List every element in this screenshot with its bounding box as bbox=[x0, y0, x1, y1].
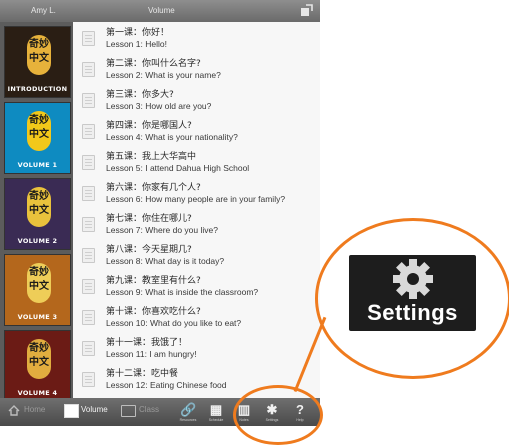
settings-label: Settings bbox=[367, 300, 458, 325]
lesson-title-english: Lesson 5: I attend Dahua High School bbox=[106, 163, 250, 173]
lesson-row[interactable]: 第七课：你住在哪儿? Lesson 7: Where do you live? bbox=[73, 209, 320, 239]
document-icon bbox=[82, 93, 95, 108]
lesson-title-chinese: 第六课：你家有几个人? bbox=[106, 183, 201, 193]
lesson-title-english: Lesson 10: What do you like to eat? bbox=[106, 318, 242, 328]
page-title: Volume bbox=[148, 6, 175, 15]
lesson-title-chinese: 第七课：你住在哪儿? bbox=[106, 214, 192, 224]
document-icon bbox=[82, 310, 95, 325]
tab-class[interactable]: Class bbox=[139, 405, 159, 414]
lesson-title-english: Lesson 1: Hello! bbox=[106, 39, 167, 49]
lesson-row[interactable]: 第五课：我上大华高中 Lesson 5: I attend Dahua High … bbox=[73, 147, 320, 177]
lesson-row[interactable]: 第四课：你是哪国人? Lesson 4: What is your nationa… bbox=[73, 116, 320, 146]
lesson-title-english: Lesson 11: I am hungry! bbox=[106, 349, 197, 359]
logo-char: 妙 bbox=[39, 39, 49, 50]
lesson-row[interactable]: 第十一课：我饿了！ Lesson 11: I am hungry! bbox=[73, 333, 320, 363]
lesson-title-english: Lesson 12: Eating Chinese food bbox=[106, 380, 227, 390]
lesson-title-chinese: 第五课：我上大华高中 bbox=[106, 152, 197, 162]
document-icon bbox=[82, 124, 95, 139]
document-icon bbox=[82, 62, 95, 77]
volume-logo: 奇妙中文 bbox=[27, 35, 51, 75]
user-name[interactable]: Amy L. bbox=[31, 6, 56, 15]
tab-volume[interactable]: Volume bbox=[81, 405, 108, 414]
volume-caption: VOLUME 2 bbox=[17, 237, 58, 245]
export-icon[interactable] bbox=[300, 3, 314, 17]
tool-label: Schedule bbox=[208, 418, 224, 422]
lesson-title-chinese: 第九课：教室里有什么? bbox=[106, 276, 201, 286]
document-icon bbox=[82, 372, 95, 387]
lesson-title-chinese: 第三课：你多大? bbox=[106, 90, 174, 100]
lesson-title-chinese: 第二课：你叫什么名字? bbox=[106, 59, 201, 69]
logo-char: 文 bbox=[39, 129, 49, 140]
home-icon bbox=[8, 405, 20, 416]
lesson-row[interactable]: 第八课：今天星期几? Lesson 8: What day is it today… bbox=[73, 240, 320, 270]
document-icon bbox=[82, 217, 95, 232]
volume-cover-3[interactable]: 奇妙中文 VOLUME 2 bbox=[4, 178, 71, 250]
tab-home[interactable]: Home bbox=[24, 405, 45, 414]
volume-cover-5[interactable]: 奇妙中文 VOLUME 4 bbox=[4, 330, 71, 402]
lesson-title-english: Lesson 9: What is inside the classroom? bbox=[106, 287, 259, 297]
lesson-title-english: Lesson 7: Where do you live? bbox=[106, 225, 218, 235]
tool-label: Resources bbox=[179, 418, 197, 422]
calendar-icon[interactable]: ▦ bbox=[208, 402, 224, 418]
lesson-row[interactable]: 第九课：教室里有什么? Lesson 9: What is inside the … bbox=[73, 271, 320, 301]
logo-char: 文 bbox=[39, 357, 49, 368]
lesson-title-chinese: 第四课：你是哪国人? bbox=[106, 121, 192, 131]
document-icon bbox=[82, 341, 95, 356]
volume-tab-icon bbox=[64, 404, 79, 418]
document-icon bbox=[82, 155, 95, 170]
settings-gear-icon bbox=[393, 259, 433, 299]
lesson-row[interactable]: 第二课：你叫什么名字? Lesson 2: What is your name? bbox=[73, 54, 320, 84]
volume-logo: 奇妙中文 bbox=[27, 187, 51, 227]
lesson-title-english: Lesson 2: What is your name? bbox=[106, 70, 221, 80]
volume-logo: 奇妙中文 bbox=[27, 339, 51, 379]
lesson-title-chinese: 第十一课：我饿了！ bbox=[106, 338, 188, 348]
lesson-title-english: Lesson 3: How old are you? bbox=[106, 101, 212, 111]
volume-caption: INTRODUCTION bbox=[7, 85, 68, 93]
volume-logo: 奇妙中文 bbox=[27, 263, 51, 303]
lesson-list: 第一课：你好！ Lesson 1: Hello! 第二课：你叫什么名字? Lesson… bbox=[73, 22, 320, 426]
lesson-title-english: Lesson 4: What is your nationality? bbox=[106, 132, 238, 142]
volume-caption: VOLUME 3 bbox=[17, 313, 58, 321]
top-bar: Amy L. Volume bbox=[0, 0, 320, 22]
logo-char: 文 bbox=[39, 205, 49, 216]
settings-zoom: Settings bbox=[349, 255, 476, 331]
document-icon bbox=[82, 248, 95, 263]
lesson-title-english: Lesson 6: How many people are in your fa… bbox=[106, 194, 286, 204]
volume-cover-1[interactable]: 奇妙中文 INTRODUCTION bbox=[4, 26, 71, 98]
document-icon bbox=[82, 186, 95, 201]
logo-char: 妙 bbox=[39, 191, 49, 202]
logo-char: 妙 bbox=[39, 115, 49, 126]
lesson-title-chinese: 第十二课：吃中餐 bbox=[106, 369, 179, 379]
volume-caption: VOLUME 1 bbox=[17, 161, 58, 169]
lesson-title-english: Lesson 8: What day is it today? bbox=[106, 256, 225, 266]
app-window: Amy L. Volume 奇妙中文 INTRODUCTION 奇妙中文 VOLUME… bbox=[0, 0, 320, 448]
volume-cover-2[interactable]: 奇妙中文 VOLUME 1 bbox=[4, 102, 71, 174]
volume-logo: 奇妙中文 bbox=[27, 111, 51, 151]
logo-char: 文 bbox=[39, 53, 49, 64]
lesson-title-chinese: 第八课：今天星期几? bbox=[106, 245, 192, 255]
link-icon[interactable]: 🔗 bbox=[180, 402, 196, 418]
volume-sidebar: 奇妙中文 INTRODUCTION 奇妙中文 VOLUME 1 奇妙中文 VOLUME 2… bbox=[0, 22, 73, 426]
class-book-icon bbox=[121, 405, 136, 417]
lesson-row[interactable]: 第六课：你家有几个人? Lesson 6: How many people are… bbox=[73, 178, 320, 208]
settings-highlight-ring bbox=[233, 385, 323, 445]
logo-char: 文 bbox=[39, 281, 49, 292]
volume-cover-4[interactable]: 奇妙中文 VOLUME 3 bbox=[4, 254, 71, 326]
document-icon bbox=[82, 279, 95, 294]
lesson-row[interactable]: 第三课：你多大? Lesson 3: How old are you? bbox=[73, 85, 320, 115]
logo-char: 妙 bbox=[39, 343, 49, 354]
logo-char: 妙 bbox=[39, 267, 49, 278]
volume-caption: VOLUME 4 bbox=[17, 389, 58, 397]
lesson-row[interactable]: 第一课：你好！ Lesson 1: Hello! bbox=[73, 23, 320, 53]
lesson-row[interactable]: 第十课：你喜欢吃什么? Lesson 10: What do you like t… bbox=[73, 302, 320, 332]
lesson-title-chinese: 第十课：你喜欢吃什么? bbox=[106, 307, 201, 317]
document-icon bbox=[82, 31, 95, 46]
lesson-title-chinese: 第一课：你好！ bbox=[106, 28, 170, 38]
